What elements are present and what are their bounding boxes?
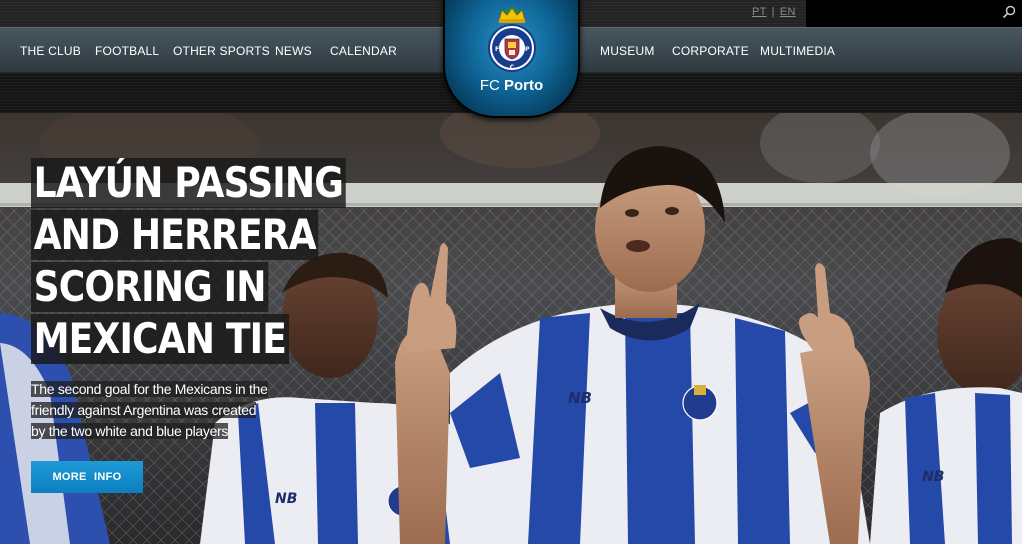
svg-text:NB: NB — [275, 491, 297, 507]
headline-line: SCORING IN — [31, 262, 269, 312]
lang-en-link[interactable]: EN — [780, 6, 796, 18]
hero-headline: LAYÚN PASSING AND HERRERA SCORING IN MEX… — [31, 158, 351, 366]
language-switcher: PT | EN — [752, 6, 796, 18]
nav-football[interactable]: FOOTBALL — [95, 44, 159, 58]
nav-calendar[interactable]: CALENDAR — [330, 44, 397, 58]
club-crest-icon: F P C — [488, 7, 536, 72]
search-box[interactable] — [806, 0, 1022, 27]
nav-other-sports[interactable]: OTHER SPORTS — [173, 44, 270, 58]
nav-multimedia[interactable]: MULTIMEDIA — [760, 44, 835, 58]
logo-fc: FC — [479, 77, 500, 94]
svg-text:NB: NB — [568, 389, 592, 407]
hero-banner: NB NB NB LAYÚN PASSING AND HERRERA SCORI… — [0, 113, 1022, 544]
nav-the-club[interactable]: THE CLUB — [20, 44, 81, 58]
nav-corporate[interactable]: CORPORATE — [672, 44, 749, 58]
more-info-button[interactable]: MORE INFO — [31, 461, 143, 493]
nav-museum[interactable]: MUSEUM — [600, 44, 655, 58]
logo-wordmark: FC Porto — [443, 77, 580, 94]
hero-summary-text: The second goal for the Mexicans in the … — [31, 381, 268, 439]
headline-line: AND HERRERA — [31, 210, 319, 260]
crest-letter-c: C — [510, 64, 515, 71]
headline-line: LAYÚN PASSING — [31, 158, 346, 208]
crest-letter-f: F — [495, 46, 499, 53]
headline-line: MEXICAN TIE — [31, 314, 289, 364]
lang-pt-link[interactable]: PT — [752, 6, 767, 18]
hero-summary: The second goal for the Mexicans in the … — [31, 379, 271, 442]
nav-news[interactable]: NEWS — [275, 44, 312, 58]
fc-porto-logo[interactable]: F P C FC Porto — [443, 0, 580, 118]
svg-text:NB: NB — [922, 469, 944, 485]
lang-separator: | — [771, 6, 775, 18]
logo-porto: Porto — [504, 77, 544, 94]
search-icon[interactable] — [1002, 5, 1016, 19]
crest-letter-p: P — [525, 46, 530, 53]
